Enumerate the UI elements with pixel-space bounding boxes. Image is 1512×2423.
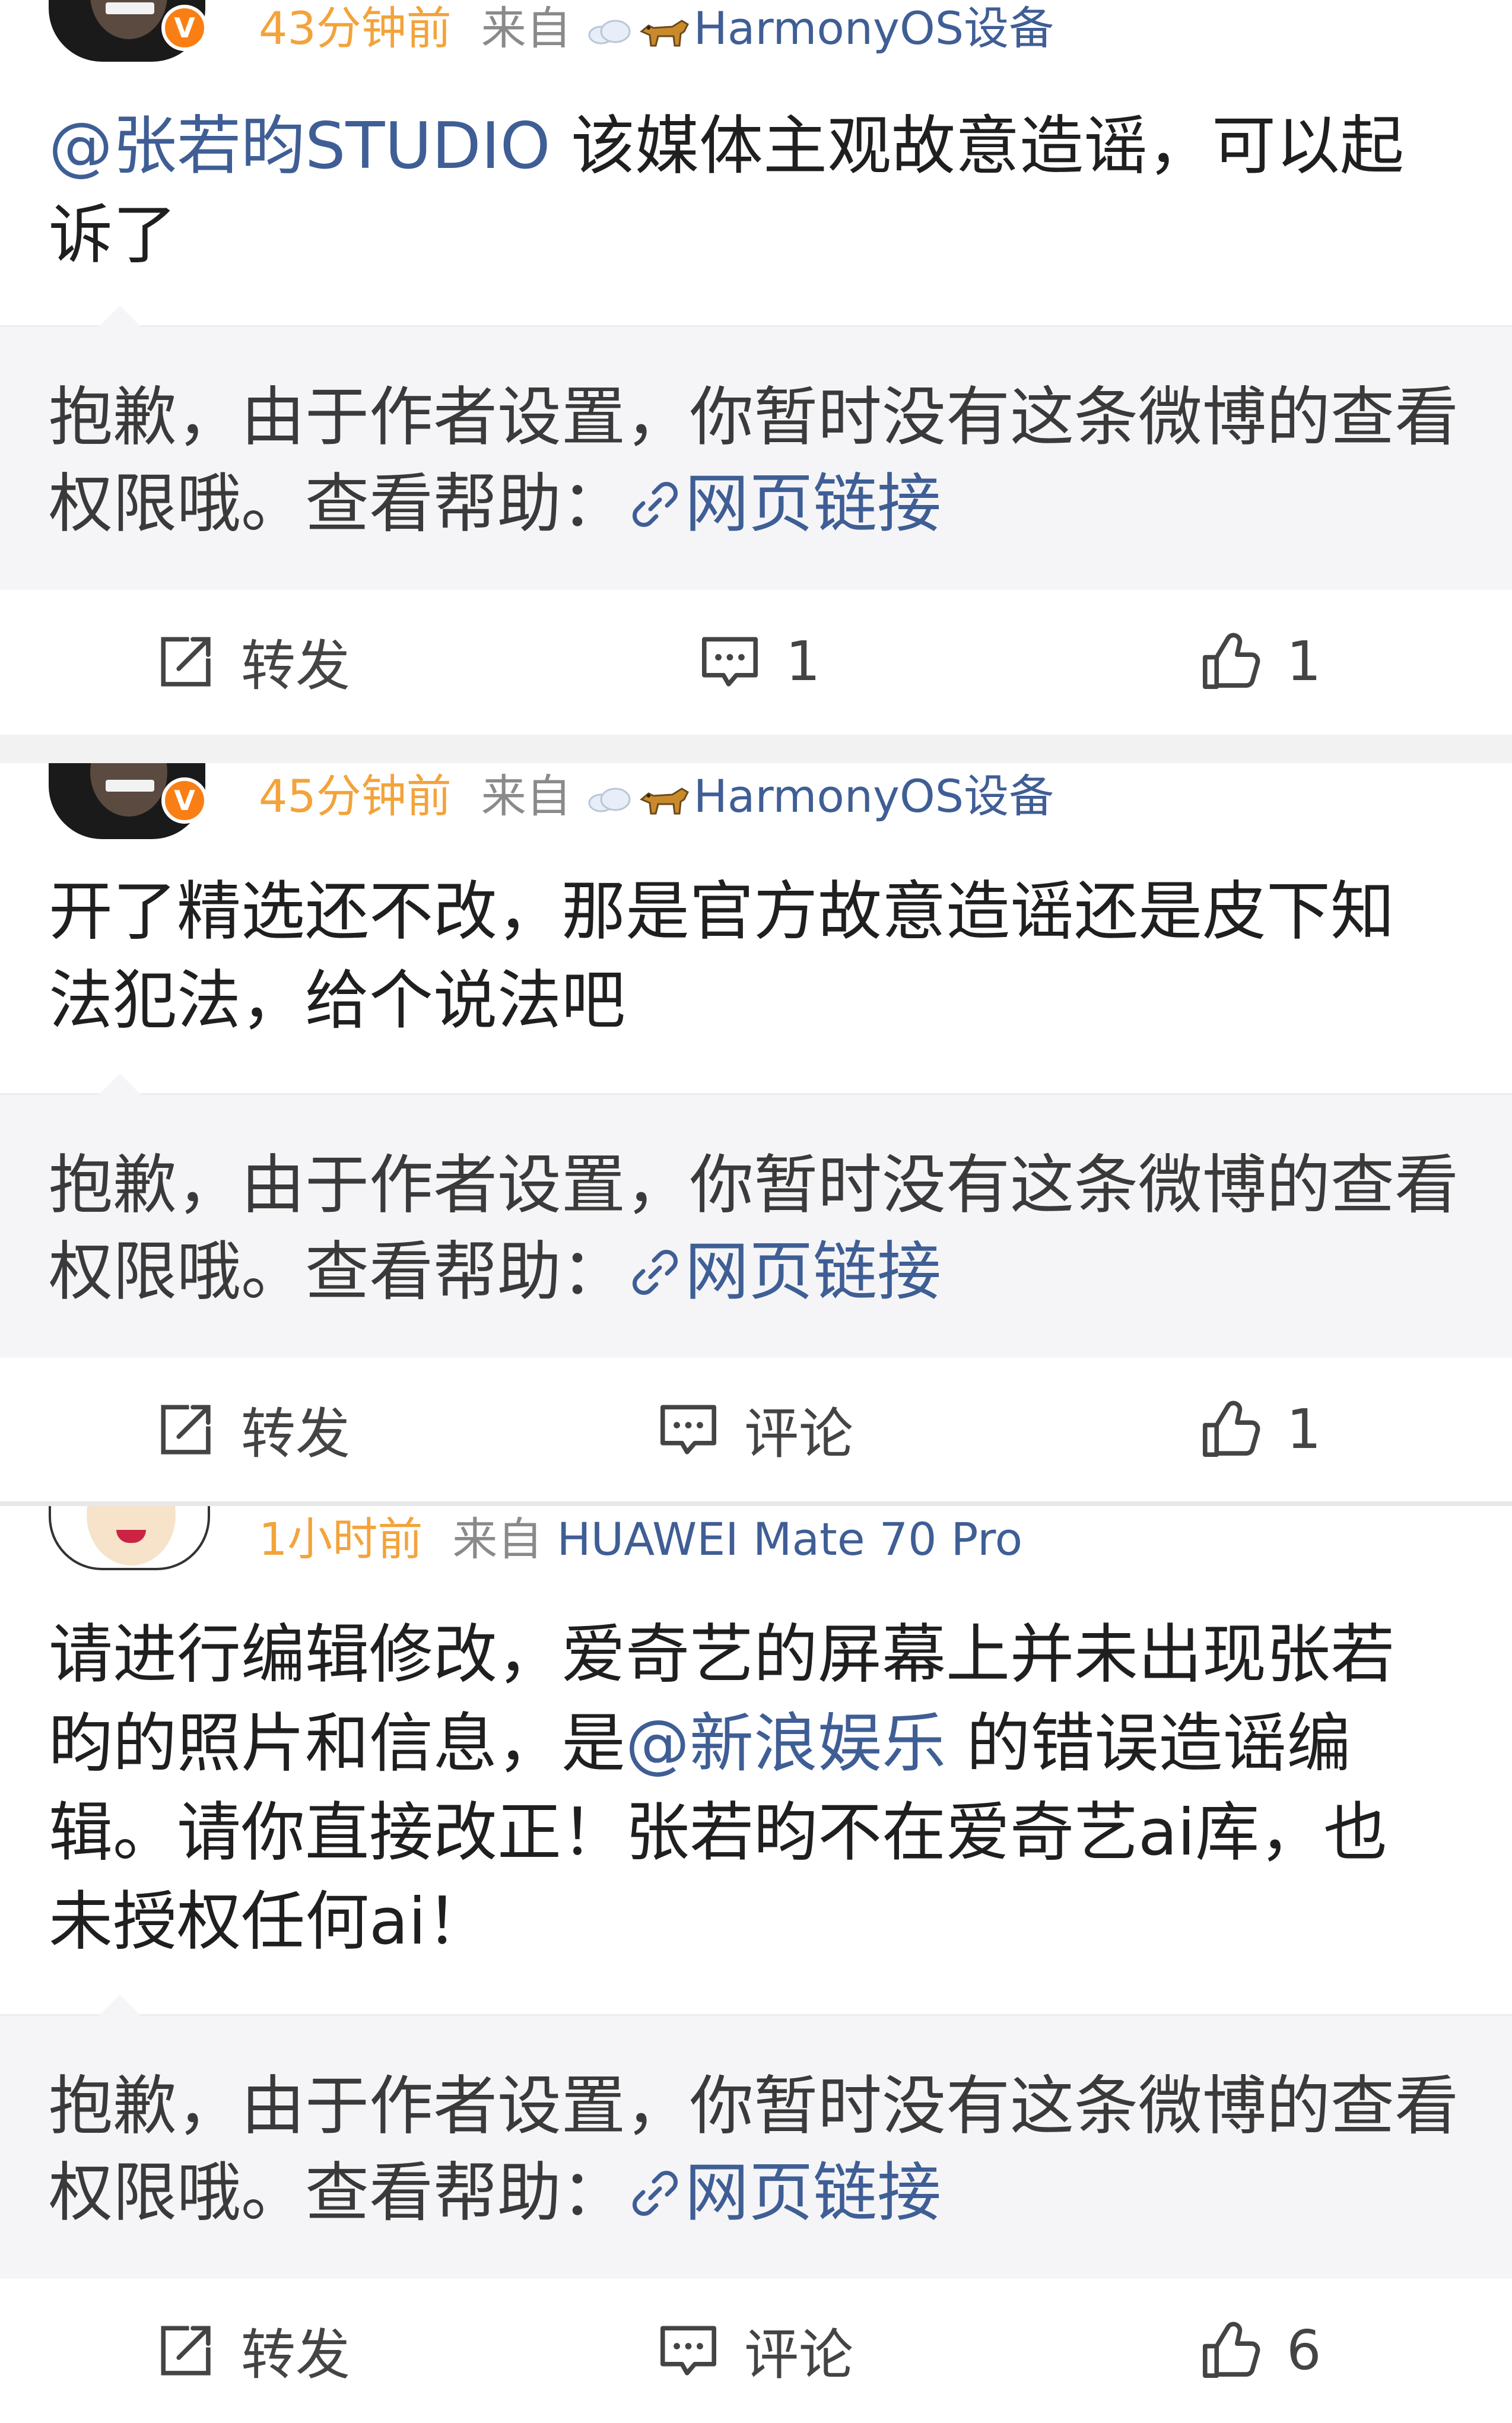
like-button[interactable]: 1 xyxy=(1199,1358,1322,1500)
cloud-icon xyxy=(588,787,631,812)
repost-button[interactable]: 转发 xyxy=(153,2279,350,2421)
dog-icon xyxy=(639,787,689,815)
post-text: 开了精选还不改，那是官方故意造谣还是皮下知法犯法，给个说法吧 xyxy=(49,868,1449,1046)
quoted-post-text: 抱歉，由于作者设置，你暂时没有这条微博的查看权限哦。查看帮助： 网页链接 xyxy=(49,2063,1461,2237)
repost-label: 转发 xyxy=(241,634,351,698)
post-time: 43分钟前 xyxy=(259,2,452,55)
like-count: 1 xyxy=(1287,1397,1322,1461)
from-label: 来自 xyxy=(452,1513,543,1565)
comment-count: 1 xyxy=(786,629,821,693)
like-icon xyxy=(1203,633,1260,689)
verified-badge-icon: V xyxy=(161,777,208,824)
like-count: 1 xyxy=(1287,629,1322,693)
dog-icon xyxy=(639,20,689,47)
post-meta: 43分钟前 来自 HarmonyOS设备 xyxy=(259,0,1054,58)
like-icon xyxy=(1203,2322,1260,2378)
post-text: @张若昀STUDIO 该媒体主观故意造谣，可以起诉了 xyxy=(49,102,1449,280)
source-device-link[interactable]: HUAWEI Mate 70 Pro xyxy=(557,1513,1023,1565)
repost-button[interactable]: 转发 xyxy=(153,590,350,732)
link-icon[interactable] xyxy=(625,475,685,534)
repost-icon xyxy=(161,637,211,687)
repost-label: 转发 xyxy=(241,1402,351,1466)
cloud-icon xyxy=(588,20,631,45)
comment-icon xyxy=(660,1405,716,1455)
mention-link[interactable]: @新浪娱乐 xyxy=(625,1707,946,1781)
post-card: 1小时前 来自 HUAWEI Mate 70 Pro 请进行编辑修改，爱奇艺的屏幕… xyxy=(0,1506,1512,2423)
repost-icon xyxy=(161,2326,211,2376)
repost-label: 转发 xyxy=(241,2323,351,2387)
post-text-body: 开了精选还不改，那是官方故意造谣还是皮下知法犯法，给个说法吧 xyxy=(49,875,1395,1038)
link-icon[interactable] xyxy=(625,1243,685,1302)
link-icon[interactable] xyxy=(625,2164,685,2223)
mention-link[interactable]: @张若昀STUDIO xyxy=(49,109,551,183)
comment-button[interactable]: 评论 xyxy=(656,1358,853,1500)
comment-label: 评论 xyxy=(744,1402,854,1466)
post-time: 1小时前 xyxy=(259,1513,423,1565)
repost-icon xyxy=(161,1405,211,1455)
post-card: V 43分钟前 来自 HarmonyOS设备 @张若昀STUDIO 该媒体主观故意造… xyxy=(0,0,1512,735)
post-card: V 45分钟前 来自 HarmonyOS设备 开了精选还不改，那是官方故意造谣还是皮… xyxy=(0,763,1512,1501)
quoted-post-text: 抱歉，由于作者设置，你暂时没有这条微博的查看权限哦。查看帮助： 网页链接 xyxy=(49,374,1461,548)
web-link[interactable]: 网页链接 xyxy=(685,2156,941,2230)
action-bar: 转发 评论 6 xyxy=(0,2279,1512,2421)
quoted-post-box[interactable]: 抱歉，由于作者设置，你暂时没有这条微博的查看权限哦。查看帮助： 网页链接 xyxy=(0,306,1512,592)
from-label: 来自 xyxy=(481,770,571,823)
from-label: 来自 xyxy=(481,2,571,55)
like-button[interactable]: 1 xyxy=(1199,590,1322,732)
comment-button[interactable]: 1 xyxy=(698,590,821,732)
comment-button[interactable]: 评论 xyxy=(656,2279,853,2421)
comment-icon xyxy=(702,637,758,687)
like-button[interactable]: 6 xyxy=(1199,2279,1322,2421)
avatar[interactable] xyxy=(49,1506,210,1570)
post-divider xyxy=(0,1501,1512,1506)
like-count: 6 xyxy=(1287,2318,1322,2382)
comment-label: 评论 xyxy=(744,2323,854,2387)
quoted-post-box[interactable]: 抱歉，由于作者设置，你暂时没有这条微博的查看权限哦。查看帮助： 网页链接 xyxy=(0,1995,1512,2281)
quoted-post-text: 抱歉，由于作者设置，你暂时没有这条微博的查看权限哦。查看帮助： 网页链接 xyxy=(49,1142,1461,1316)
comment-icon xyxy=(660,2326,716,2376)
post-text: 请进行编辑修改，爱奇艺的屏幕上并未出现张若昀的照片和信息，是@新浪娱乐 的错误造… xyxy=(49,1611,1449,1967)
action-bar: 转发 1 1 xyxy=(0,590,1512,732)
post-time: 45分钟前 xyxy=(259,770,452,823)
source-device-link[interactable]: HarmonyOS设备 xyxy=(694,2,1054,55)
post-meta: 1小时前 来自 HUAWEI Mate 70 Pro xyxy=(259,1510,1022,1569)
post-meta: 45分钟前 来自 HarmonyOS设备 xyxy=(259,767,1054,826)
repost-button[interactable]: 转发 xyxy=(153,1358,350,1500)
web-link[interactable]: 网页链接 xyxy=(685,467,941,541)
quoted-post-box[interactable]: 抱歉，由于作者设置，你暂时没有这条微博的查看权限哦。查看帮助： 网页链接 xyxy=(0,1074,1512,1360)
action-bar: 转发 评论 1 xyxy=(0,1358,1512,1500)
web-link[interactable]: 网页链接 xyxy=(685,1235,941,1309)
like-icon xyxy=(1203,1401,1260,1457)
post-divider xyxy=(0,735,1512,763)
verified-badge-icon: V xyxy=(161,5,208,51)
source-device-link[interactable]: HarmonyOS设备 xyxy=(694,770,1054,823)
